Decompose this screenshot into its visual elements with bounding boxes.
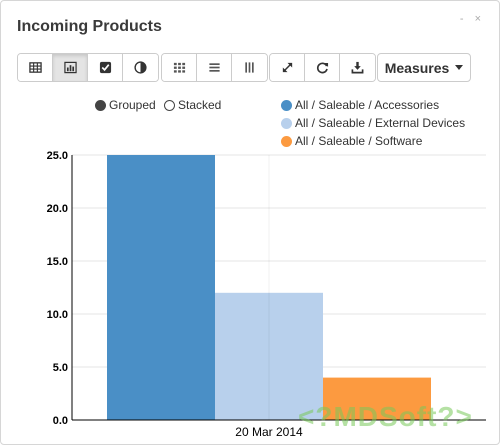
view-mode-group [17, 53, 159, 82]
layout-group [161, 53, 268, 82]
y-tick-label: 20.0 [47, 203, 68, 215]
pie-chart-button[interactable] [123, 54, 158, 81]
measures-dropdown[interactable]: Measures [377, 53, 471, 82]
table-view-button[interactable] [18, 54, 53, 81]
y-tick-label: 25.0 [47, 150, 68, 162]
y-tick-label: 15.0 [47, 256, 68, 268]
refresh-button[interactable] [305, 54, 340, 81]
list-icon [208, 63, 220, 72]
y-tick-label: 0.0 [53, 415, 68, 427]
expand-icon [282, 62, 292, 73]
columns-icon [245, 62, 254, 73]
y-tick-label: 10.0 [47, 309, 68, 321]
columns-layout-button[interactable] [232, 54, 267, 81]
measures-label: Measures [384, 59, 450, 76]
grid-icon [173, 62, 185, 73]
legend-swatch [281, 99, 292, 111]
actions-group [269, 53, 376, 82]
stacked-option[interactable]: Stacked [164, 98, 221, 112]
checkbox-icon [99, 61, 111, 74]
panel-title: Incoming Products [17, 18, 162, 35]
radio-empty-icon [164, 99, 175, 111]
legend-swatch [281, 117, 292, 129]
bar-chart-icon [63, 61, 77, 74]
grouped-label: Grouped [109, 98, 156, 112]
bar-chart-button[interactable] [53, 54, 88, 81]
download-icon [351, 61, 364, 74]
pie-chart-icon [134, 61, 147, 74]
refresh-icon [316, 62, 328, 74]
legend-series-label: All / Saleable / Accessories [295, 98, 440, 112]
bar-series-1 [107, 155, 215, 420]
legend-series-accessories[interactable]: All / Saleable / Accessories [281, 98, 439, 112]
radio-filled-icon [95, 99, 106, 111]
legend-series-label: All / Saleable / External Devices [295, 116, 466, 130]
list-layout-button[interactable] [197, 54, 232, 81]
grid-layout-button[interactable] [162, 54, 197, 81]
table-view-icon [28, 62, 42, 73]
download-button[interactable] [340, 54, 375, 81]
legend-series-external-devices[interactable]: All / Saleable / External Devices [281, 116, 465, 130]
incoming-products-panel: Incoming Products - × Measures Grouped S… [0, 0, 500, 445]
stacked-label: Stacked [178, 98, 222, 112]
checkbox-view-button[interactable] [88, 54, 123, 81]
watermark: <?MDSoft?> [298, 401, 473, 432]
panel-window-controls[interactable]: - × [460, 13, 485, 25]
y-tick-label: 5.0 [53, 362, 68, 374]
grouped-option[interactable]: Grouped [95, 98, 156, 112]
expand-button[interactable] [270, 54, 305, 81]
x-tick-label: 20 Mar 2014 [235, 425, 303, 439]
caret-down-icon [455, 65, 464, 70]
